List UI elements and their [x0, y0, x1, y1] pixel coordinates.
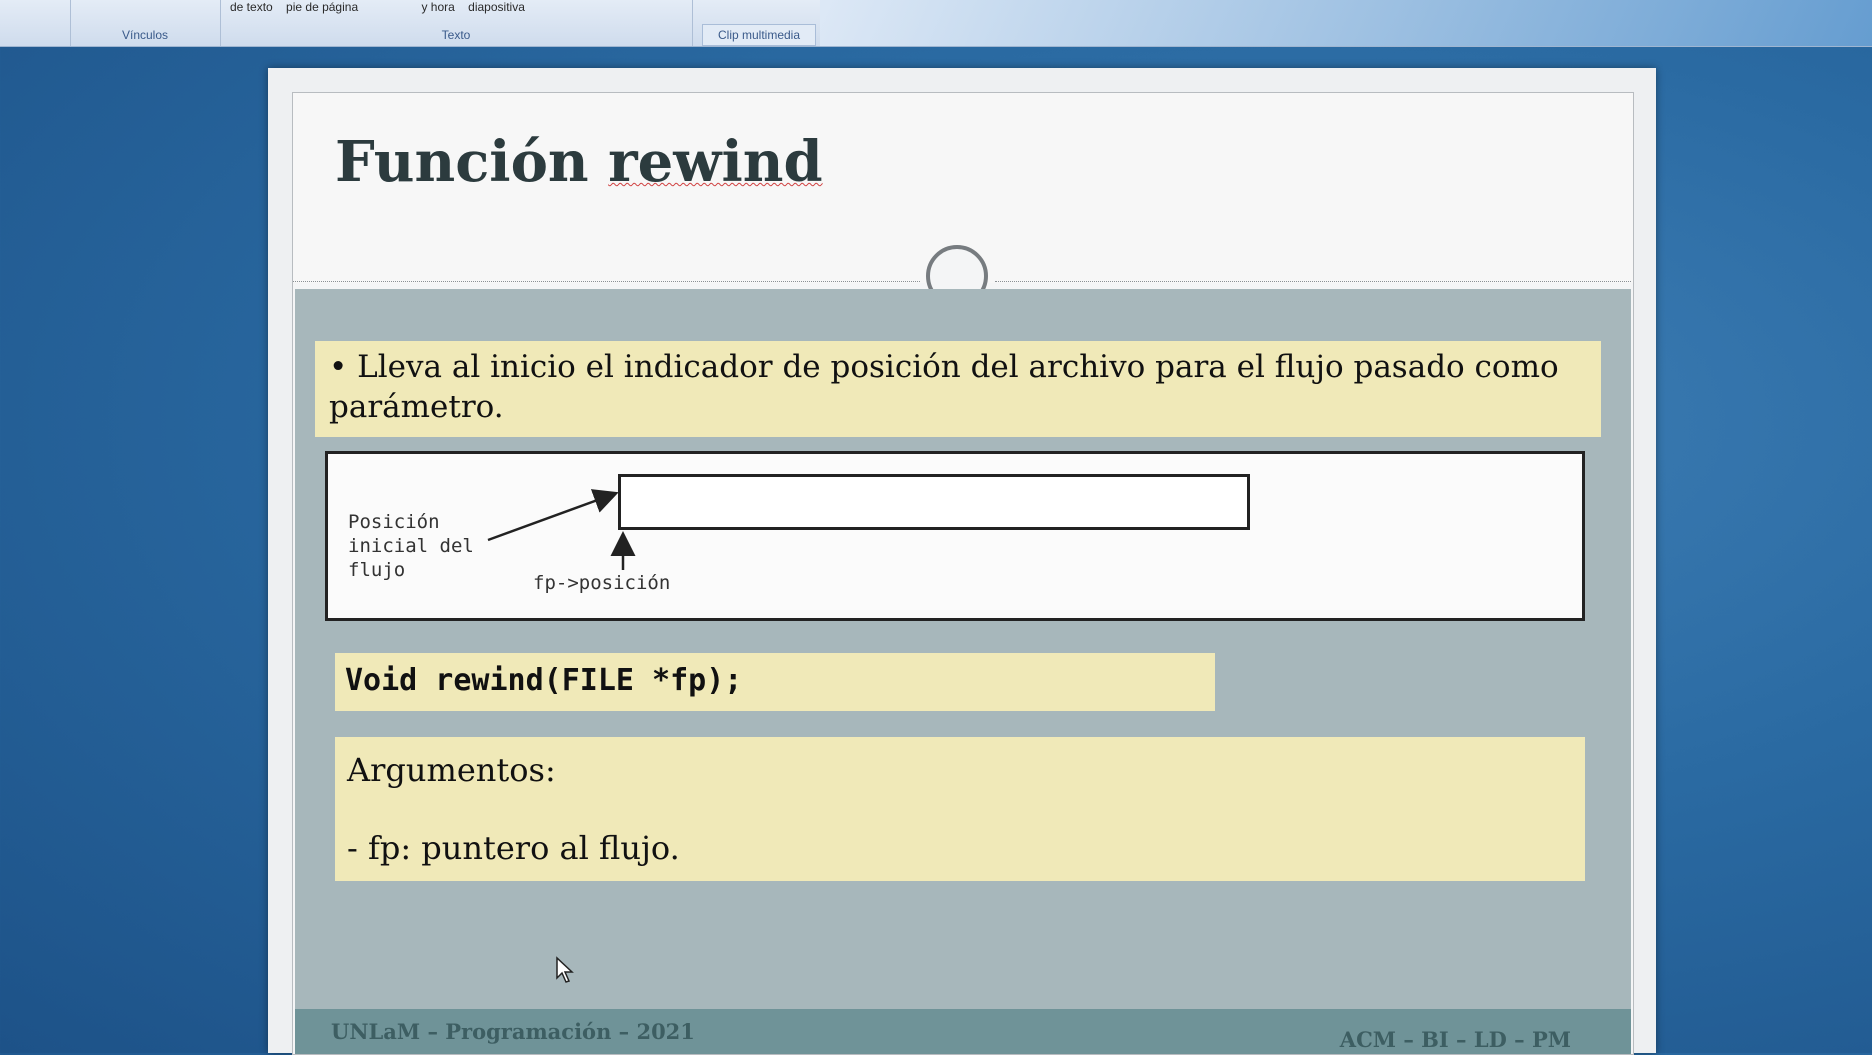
ribbon-group-edge	[0, 0, 71, 46]
ribbon-slide-number-button[interactable]: diapositiva	[468, 0, 525, 14]
stream-diagram[interactable]: Posición inicial del flujo fp->posición	[325, 451, 1585, 621]
arguments-title: Argumentos:	[347, 751, 556, 789]
ribbon-text-items: de texto pie de página y hora diapositiv…	[230, 0, 535, 14]
start-position-arrow	[487, 489, 619, 542]
bullet-box[interactable]: • Lleva al inicio el indicador de posici…	[315, 341, 1601, 437]
ribbon-group-label-text: Texto	[441, 28, 471, 42]
function-signature: Void rewind(FILE *fp);	[345, 663, 743, 698]
ribbon-header-footer-button[interactable]: pie de página	[286, 0, 358, 14]
ribbon-text-box-button[interactable]: de texto	[230, 0, 273, 14]
ribbon-group-label-links: Vínculos	[121, 28, 169, 42]
ribbon-group-links: Vínculos	[70, 0, 221, 46]
ribbon-date-time-button[interactable]: y hora	[421, 0, 454, 14]
slide-title-text: Función	[335, 129, 609, 195]
footer-course-label: UNLaM – Programación – 2021	[331, 1019, 695, 1044]
ribbon-toolbar: Vínculos de texto pie de página y hora d…	[0, 0, 1872, 47]
arguments-box[interactable]: Argumentos: - fp: puntero al flujo.	[335, 737, 1585, 881]
ribbon-background	[820, 0, 1872, 46]
argument-item: - fp: puntero al flujo.	[347, 829, 680, 867]
slide-title-keyword: rewind	[608, 129, 823, 195]
ribbon-group-text: de texto pie de página y hora diapositiv…	[220, 0, 693, 46]
slide-canvas[interactable]: Función rewind • Lleva al inicio el indi…	[292, 92, 1634, 1055]
separator-line-right	[995, 281, 1631, 282]
code-box[interactable]: Void rewind(FILE *fp);	[335, 653, 1215, 711]
slide-footer: UNLaM – Programación – 2021 ACM – BI – L…	[295, 1009, 1631, 1054]
pointer-label: fp->posición	[533, 572, 671, 594]
content-area: • Lleva al inicio el indicador de posici…	[295, 289, 1631, 1054]
diagram-arrows	[487, 489, 636, 570]
slide-title[interactable]: Función rewind	[335, 129, 823, 195]
separator-line-left	[293, 281, 920, 282]
mouse-pointer-icon	[556, 956, 574, 983]
footer-authors-label: ACM – BI – LD – PM	[1339, 1027, 1571, 1052]
ribbon-clip-multimedia-button[interactable]: Clip multimedia	[702, 24, 816, 46]
bullet-text: • Lleva al inicio el indicador de posici…	[329, 349, 1559, 425]
